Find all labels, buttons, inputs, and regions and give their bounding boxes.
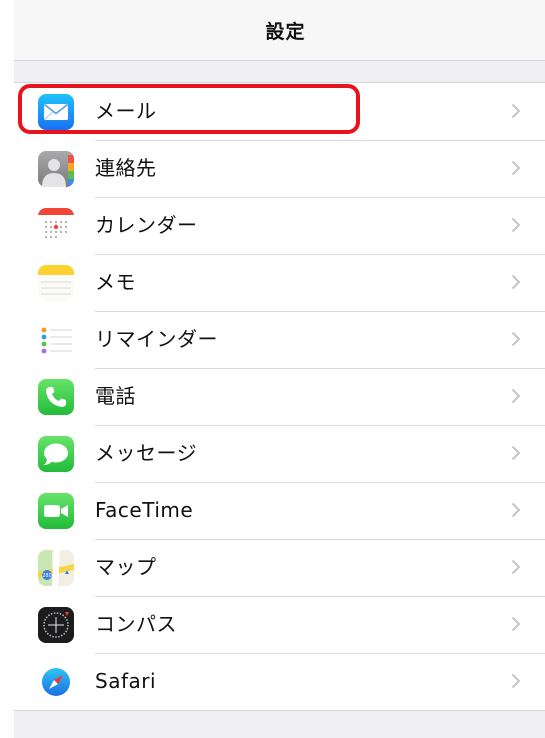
settings-item-label: Safari bbox=[95, 669, 157, 693]
settings-row-maps[interactable]: 280 マップ bbox=[14, 539, 545, 596]
reminders-icon bbox=[38, 322, 74, 358]
settings-row-messages[interactable]: メッセージ bbox=[14, 425, 545, 482]
section-gap-bottom bbox=[14, 718, 545, 738]
settings-item-label: リマインダー bbox=[95, 327, 218, 351]
settings-item-label: コンパス bbox=[95, 612, 177, 636]
left-margin bbox=[0, 0, 14, 738]
chevron-right-icon bbox=[511, 616, 521, 632]
chevron-right-icon bbox=[511, 445, 521, 461]
settings-list: メール 連絡先 カレンダー メモ リマインダー 電話 メッセージ FaceTim… bbox=[14, 82, 545, 711]
phone-icon bbox=[38, 379, 74, 415]
notes-icon bbox=[38, 265, 74, 301]
chevron-right-icon bbox=[511, 502, 521, 518]
settings-item-label: メモ bbox=[95, 270, 136, 294]
chevron-right-icon bbox=[511, 331, 521, 347]
chevron-right-icon bbox=[511, 160, 521, 176]
chevron-right-icon bbox=[511, 559, 521, 575]
messages-icon bbox=[38, 436, 74, 472]
page-title: 設定 bbox=[265, 20, 306, 43]
chevron-right-icon bbox=[511, 388, 521, 404]
settings-row-safari[interactable]: Safari bbox=[14, 653, 545, 710]
facetime-icon bbox=[38, 493, 74, 529]
mail-icon bbox=[38, 94, 74, 130]
settings-row-facetime[interactable]: FaceTime bbox=[14, 482, 545, 539]
settings-item-label: メッセージ bbox=[95, 441, 198, 465]
navigation-bar: 設定 bbox=[14, 0, 545, 61]
chevron-right-icon bbox=[511, 217, 521, 233]
settings-item-label: メール bbox=[95, 99, 157, 123]
settings-row-compass[interactable]: コンパス bbox=[14, 596, 545, 653]
settings-screen: 設定 メール 連絡先 カレンダー メモ リマインダー 電話 メッセージ Face… bbox=[0, 0, 545, 738]
contacts-icon bbox=[38, 151, 74, 187]
safari-icon bbox=[38, 664, 74, 700]
settings-row-phone[interactable]: 電話 bbox=[14, 368, 545, 425]
calendar-icon bbox=[38, 208, 74, 244]
settings-row-notes[interactable]: メモ bbox=[14, 254, 545, 311]
chevron-right-icon bbox=[511, 274, 521, 290]
chevron-right-icon bbox=[511, 103, 521, 119]
settings-row-mail[interactable]: メール bbox=[14, 83, 545, 140]
compass-icon bbox=[38, 607, 74, 643]
settings-item-label: 連絡先 bbox=[95, 156, 157, 180]
settings-item-label: カレンダー bbox=[95, 213, 198, 237]
settings-row-calendar[interactable]: カレンダー bbox=[14, 197, 545, 254]
maps-icon: 280 bbox=[38, 550, 74, 586]
settings-item-label: 電話 bbox=[95, 384, 136, 408]
section-gap bbox=[14, 61, 545, 82]
settings-row-contacts[interactable]: 連絡先 bbox=[14, 140, 545, 197]
svg-text:280: 280 bbox=[42, 573, 52, 579]
settings-item-label: マップ bbox=[95, 555, 157, 579]
chevron-right-icon bbox=[511, 673, 521, 689]
settings-row-reminders[interactable]: リマインダー bbox=[14, 311, 545, 368]
settings-item-label: FaceTime bbox=[95, 498, 194, 522]
